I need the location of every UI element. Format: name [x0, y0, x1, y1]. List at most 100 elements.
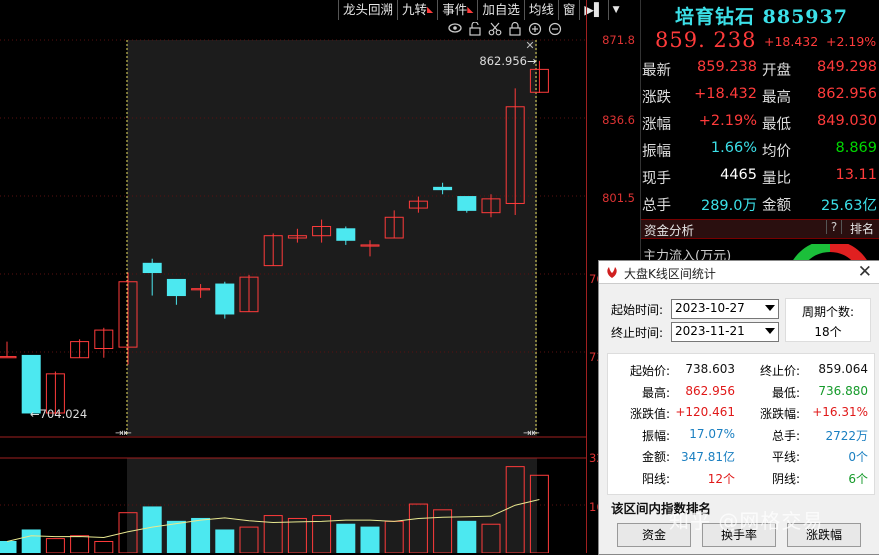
- help-icon[interactable]: ?: [826, 220, 842, 234]
- volume-bar: [481, 523, 501, 553]
- fund-analysis-tab[interactable]: 资金分析: [644, 220, 694, 239]
- quote-row: 现手 4465 量比 13.11: [642, 167, 879, 193]
- quote-value: 13.11: [835, 167, 877, 183]
- y-tick-label: 871.8: [602, 33, 635, 47]
- toolbar-item-add-watchlist[interactable]: 加自选: [477, 0, 524, 20]
- quote-row: 涨幅 +2.19% 最低 849.030: [642, 113, 879, 139]
- y-tick-label: 836.6: [602, 113, 635, 127]
- quote-label: 量比: [762, 171, 791, 187]
- stat-label: 最低:: [771, 385, 800, 400]
- quote-label: 开盘: [762, 63, 791, 79]
- period-count-value: 18个: [814, 325, 842, 339]
- end-time-value: 2023-11-21: [675, 324, 745, 338]
- volume-bar: [215, 529, 235, 553]
- end-time-select[interactable]: 2023-11-21: [671, 322, 779, 342]
- volume-bar: [336, 523, 356, 553]
- volume-bar: [384, 520, 404, 553]
- stat-label: 涨跌幅:: [759, 407, 800, 421]
- stat-label: 起始价:: [629, 364, 670, 378]
- lock-icon[interactable]: [508, 21, 522, 40]
- rank-tab[interactable]: 排名: [850, 220, 874, 237]
- index-price: 859. 238: [655, 28, 757, 52]
- volume-bar: [360, 526, 380, 553]
- quote-value: 862.956: [817, 86, 877, 102]
- quote-row: 涨跌 +18.432 最高 862.956: [642, 86, 879, 112]
- zoom-in-icon[interactable]: [528, 22, 542, 40]
- quote-label: 现手: [642, 171, 671, 187]
- min-price-label: ←704.024: [30, 407, 87, 421]
- volume-bar: [505, 466, 525, 553]
- quote-label: 振幅: [642, 144, 671, 160]
- candle-body: [0, 356, 17, 359]
- toolbar-item-events[interactable]: 事件◣: [437, 0, 477, 20]
- stat-label: 平线:: [771, 450, 800, 464]
- volume-bar: [70, 535, 90, 553]
- stat-value: 12个: [707, 471, 735, 486]
- stat-value: 6个: [848, 471, 868, 486]
- toolbar-item-ma[interactable]: 均线: [523, 0, 558, 20]
- stat-label: 涨跌值:: [629, 407, 670, 421]
- zoom-out-icon[interactable]: [548, 22, 562, 40]
- quote-value: 859.238: [697, 59, 757, 75]
- index-code: 885937: [762, 6, 848, 28]
- toolbar-item-window[interactable]: 窗: [557, 0, 580, 20]
- index-change-pct: +2.19%: [826, 34, 877, 49]
- stat-value: 17.07%: [689, 426, 735, 441]
- toolbar-item-longtou[interactable]: 龙头回溯: [338, 0, 397, 20]
- stat-label: 阴线:: [771, 471, 800, 486]
- quote-value: 25.63亿: [820, 198, 877, 214]
- stat-label: 阳线:: [641, 471, 670, 486]
- start-time-label: 起始时间:: [611, 303, 664, 317]
- chevron-down-icon: [765, 328, 775, 334]
- stat-label: 金额:: [641, 450, 670, 464]
- y-tick-label: 801.5: [602, 191, 635, 205]
- candle-body: [336, 228, 356, 241]
- quote-label: 涨跌: [642, 90, 671, 106]
- volume-bar: [529, 474, 549, 553]
- stat-value: +16.31%: [812, 405, 868, 419]
- quote-label: 最低: [762, 117, 791, 133]
- toolbar-item-jiuzhuan[interactable]: 九转◣: [397, 0, 437, 20]
- volume-bar: [21, 529, 41, 553]
- quote-label: 最高: [762, 90, 791, 106]
- volume-bar: [166, 520, 186, 553]
- app-logo-icon: [607, 267, 617, 278]
- stat-label: 振幅:: [641, 428, 670, 443]
- quote-row: 振幅 1.66% 均价 8.869: [642, 140, 879, 166]
- watermark: 知乎 @网格交易: [669, 509, 824, 533]
- range-start-handle: ⇥⇤: [115, 428, 132, 439]
- quote-row: 总手 289.0万 金额 25.63亿: [642, 194, 879, 220]
- start-time-value: 2023-10-27: [675, 301, 745, 315]
- eye-icon[interactable]: [448, 22, 462, 40]
- stat-value: 347.81亿: [681, 450, 735, 464]
- close-marker-icon: ✕: [525, 39, 534, 52]
- candle-body: [21, 354, 41, 414]
- stat-label: 总手:: [771, 428, 800, 443]
- stat-value: 862.956: [685, 383, 735, 398]
- lock-open-icon[interactable]: [468, 21, 482, 40]
- quote-value: 849.030: [817, 113, 877, 129]
- toolbar-item-events-label: 事件: [442, 2, 468, 17]
- dialog-title: 大盘K线区间统计: [624, 267, 716, 281]
- kline-chart[interactable]: 862.956→ ✕ ←704.024 ⇥⇤ ⇥⇤: [0, 0, 586, 553]
- close-icon[interactable]: ✕: [858, 262, 872, 282]
- volume-bar: [408, 503, 428, 553]
- end-time-label: 终止时间:: [611, 326, 664, 340]
- chevron-down-icon: [765, 305, 775, 311]
- quote-value: +18.432: [694, 86, 757, 102]
- range-end-handle: ⇥⇤: [523, 428, 540, 439]
- dialog-titlebar[interactable]: 大盘K线区间统计 ✕: [599, 261, 879, 284]
- stat-label: 终止价:: [759, 364, 800, 378]
- period-count-box: 周期个数: 18个: [785, 298, 871, 342]
- volume-bar: [457, 520, 477, 553]
- volume-bar: [433, 509, 453, 553]
- candle-body: [433, 186, 453, 191]
- quote-value: 8.869: [835, 140, 877, 156]
- quote-value: +2.19%: [698, 113, 757, 129]
- scissors-icon[interactable]: [488, 22, 502, 40]
- start-time-select[interactable]: 2023-10-27: [671, 299, 779, 319]
- volume-bar: [287, 517, 307, 553]
- stats-table: 起始价: 738.603 终止价: 859.064 最高: 862.956 最低: 736.8…: [607, 353, 875, 495]
- candle-body: [457, 196, 477, 211]
- quote-label: 总手: [642, 198, 671, 214]
